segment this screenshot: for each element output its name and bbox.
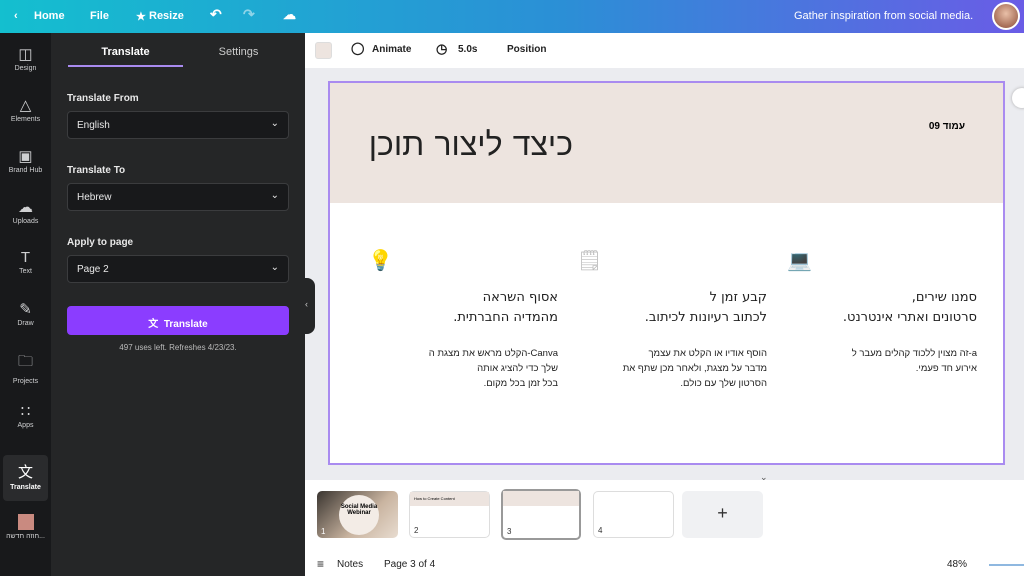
monitor-icon: 💻 [787,250,812,272]
page-indicator[interactable]: Page 3 of 4 [384,559,435,570]
translate-button[interactable]: 文 Translate [67,306,289,335]
grid-icon: ∷ [20,403,31,420]
slide-header: כיצד ליצור תוכן עמוד 09 [330,83,1003,203]
sidebar-item-app[interactable]: חוזה חדשה... [3,511,48,557]
page-thumbnail-1[interactable]: Social Media Webinar 1 [317,491,398,538]
shapes-icon: △ [19,97,32,114]
notepad-icon: 🗒 [577,250,603,272]
folder-icon: 🗀 [17,353,33,370]
back-icon[interactable]: ‹ [14,10,18,22]
duration-button[interactable]: 5.0s [458,44,477,55]
bottom-bar: ≡ Notes Page 3 of 4 48% [305,550,1024,576]
content-column[interactable]: 💻 סמנו שירים, סרטונים ואתרי אינטרנט. a-זה… [787,248,977,376]
sidebar-item-apps[interactable]: ∷ Apps [3,396,48,442]
editor-toolbar: ◯ Animate ◷ 5.0s Position [305,33,1024,68]
resize-button[interactable]: Resize [149,10,184,22]
translate-panel: Translate Settings Translate From Englis… [51,33,305,576]
comment-button[interactable] [1012,88,1024,108]
undo-icon[interactable]: ↶ [210,6,222,23]
add-page-button[interactable]: + [682,491,763,538]
chevron-down-icon: ⌄ [270,118,279,129]
slide-canvas[interactable]: כיצד ליצור תוכן עמוד 09 💡 אסוף השראה מהמד… [328,81,1005,465]
notes-button[interactable]: Notes [337,559,363,570]
layout-icon: ◫ [18,46,33,63]
page-thumbnail-4[interactable]: 4 [593,491,674,538]
translate-to-select[interactable]: Hebrew ⌄ [67,183,289,211]
content-column[interactable]: 💡 אסוף השראה מהמדיה החברתית. Canva-הקלט מ… [368,248,558,391]
animate-button[interactable]: Animate [372,44,411,55]
notes-icon: ≡ [317,557,325,571]
sidebar-item-translate[interactable]: 文 Translate [3,455,48,501]
position-button[interactable]: Position [507,44,546,55]
tab-translate[interactable]: Translate [68,46,183,58]
active-tab-indicator [68,65,183,67]
lightbulb-icon: 💡 [368,250,393,272]
tab-settings[interactable]: Settings [181,46,296,58]
zoom-level[interactable]: 48% [947,559,967,570]
chevron-down-icon: ⌄ [270,262,279,273]
clock-icon: ◷ [436,41,448,56]
zoom-slider[interactable] [989,564,1024,566]
apply-to-page-select[interactable]: Page 2 ⌄ [67,255,289,283]
translate-to-label: Translate To [67,165,126,176]
text-icon: T [20,249,31,266]
design-title[interactable]: Gather inspiration from social media. [794,10,973,22]
cloud-upload-icon: ☁ [18,199,33,216]
sidebar-item-brand-hub[interactable]: ▣ Brand Hub [3,141,48,187]
animate-icon: ◯ [351,41,365,55]
collapse-panel-button[interactable]: ‹ [305,278,315,334]
uses-left-text: 497 uses left. Refreshes 4/23/23. [119,343,237,352]
slide-page-number[interactable]: עמוד 09 [929,121,965,132]
translate-from-label: Translate From [67,93,139,104]
chevron-down-icon: ⌄ [270,190,279,201]
translate-icon: 文 [148,319,164,330]
apply-to-page-label: Apply to page [67,237,134,248]
home-button[interactable]: Home [34,10,65,22]
background-color-swatch[interactable] [315,42,332,59]
cloud-save-icon[interactable]: ☁ [283,7,296,23]
pen-icon: ✎ [19,301,32,318]
brand-icon: ▣ [18,148,33,165]
sidebar-item-draw[interactable]: ✎ Draw [3,294,48,340]
page-thumbnail-2[interactable]: How to Create Content 2 [409,491,490,538]
page-thumbnail-3[interactable]: 3 [501,489,581,540]
sidebar-rail: ◫ Design △ Elements ▣ Brand Hub ☁ Uploads TT… [0,33,51,576]
sidebar-item-projects[interactable]: 🗀 Projects [3,345,48,391]
top-bar: ‹ Home File ★ Resize ↶ ↷ ☁ Gather inspir… [0,0,1024,33]
app-thumbnail-icon [17,514,34,530]
avatar[interactable] [992,2,1020,30]
content-column[interactable]: 🗒 קבע זמן ל לכתוב רעיונות לכיתוב. הוסף או… [577,248,767,391]
sidebar-item-design[interactable]: ◫ Design [3,39,48,85]
file-menu[interactable]: File [90,10,109,22]
sidebar-item-uploads[interactable]: ☁ Uploads [3,192,48,238]
translate-from-select[interactable]: English ⌄ [67,111,289,139]
slide-title[interactable]: כיצד ליצור תוכן [369,125,573,163]
sidebar-item-text[interactable]: T Text [3,243,48,289]
sidebar-item-elements[interactable]: △ Elements [3,90,48,136]
redo-icon[interactable]: ↷ [243,6,255,23]
crown-icon: ★ [136,11,146,23]
translate-icon: 文 [17,464,33,481]
